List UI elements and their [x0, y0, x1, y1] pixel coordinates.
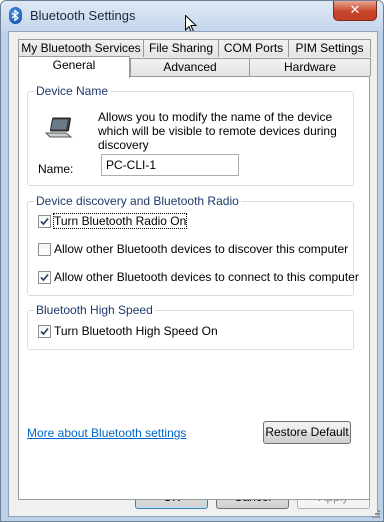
checkbox-label: Allow other Bluetooth devices to discove… [54, 242, 349, 256]
tab-label: File Sharing [148, 41, 214, 55]
close-button[interactable]: ✕ [333, 1, 377, 21]
high-speed-group: Bluetooth High Speed Turn Bluetooth High… [27, 303, 354, 350]
allow-discover-checkbox[interactable]: Allow other Bluetooth devices to discove… [38, 242, 348, 258]
group-legend: Device Name [34, 84, 111, 98]
group-legend: Device discovery and Bluetooth Radio [34, 194, 241, 208]
group-legend: Bluetooth High Speed [34, 303, 155, 317]
more-about-bluetooth-link[interactable]: More about Bluetooth settings [27, 426, 186, 440]
tab-hardware[interactable]: Hardware [249, 58, 371, 76]
bluetooth-icon [9, 7, 22, 24]
tab-label: My Bluetooth Services [21, 41, 141, 55]
tab-label: Advanced [163, 60, 217, 74]
tab-com-ports[interactable]: COM Ports [218, 39, 289, 57]
checkbox-box[interactable] [38, 243, 51, 256]
checkmark-icon [40, 327, 49, 336]
resize-grip-icon[interactable] [371, 509, 381, 519]
checkbox-label: Allow other Bluetooth devices to connect… [54, 270, 359, 284]
tab-file-sharing[interactable]: File Sharing [143, 39, 219, 57]
device-name-description: Allows you to modify the name of the dev… [98, 110, 337, 152]
turn-high-speed-on-checkbox[interactable]: Turn Bluetooth High Speed On [38, 324, 238, 340]
discovery-group: Device discovery and Bluetooth Radio Tur… [27, 194, 359, 296]
tab-label: PIM Settings [295, 41, 364, 55]
checkbox-box[interactable] [38, 271, 51, 284]
checkbox-box[interactable] [38, 325, 51, 338]
tab-label: General [52, 58, 96, 72]
tab-my-bluetooth-services[interactable]: My Bluetooth Services [18, 39, 144, 57]
device-name-group: Device Name Allows you to modify the nam… [27, 84, 354, 186]
title-bar[interactable]: Bluetooth Settings ✕ [1, 1, 383, 34]
tab-advanced[interactable]: Advanced [130, 58, 250, 76]
device-name-input[interactable]: PC-CLI-1 [101, 154, 239, 176]
allow-connect-checkbox[interactable]: Allow other Bluetooth devices to connect… [38, 270, 359, 286]
tab-label: COM Ports [223, 41, 284, 55]
checkbox-label: Turn Bluetooth High Speed On [54, 324, 218, 338]
checkbox-box[interactable] [38, 215, 51, 228]
laptop-icon [44, 117, 73, 138]
turn-radio-on-checkbox[interactable]: Turn Bluetooth Radio On [38, 213, 218, 230]
window-title: Bluetooth Settings [30, 8, 136, 23]
name-label: Name: [38, 162, 74, 176]
close-icon: ✕ [349, 2, 361, 17]
checkmark-icon [40, 217, 49, 226]
bluetooth-settings-window: Bluetooth Settings ✕ My Bluetooth Servic… [0, 0, 384, 522]
checkmark-icon [40, 273, 49, 282]
tab-general[interactable]: General [18, 56, 130, 78]
tab-label: Hardware [283, 60, 337, 74]
checkbox-label: Turn Bluetooth Radio On [52, 213, 188, 229]
restore-default-button[interactable]: Restore Default [263, 421, 351, 444]
tab-pim-settings[interactable]: PIM Settings [288, 39, 371, 57]
dialog-client-area: My Bluetooth Services File Sharing COM P… [8, 31, 378, 517]
